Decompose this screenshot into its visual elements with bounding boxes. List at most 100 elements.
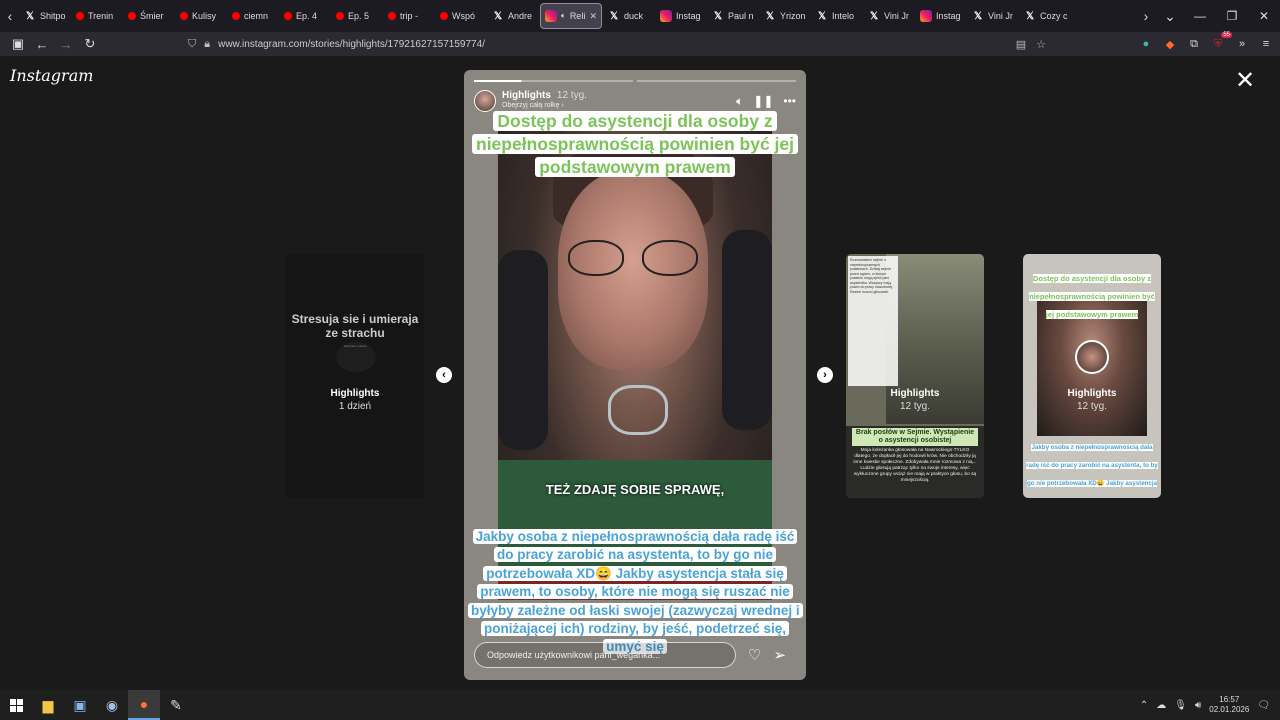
ublock-extension-icon[interactable]: ⛨ 55 <box>1210 32 1232 52</box>
fox-extension-icon[interactable]: ◆ <box>1162 36 1178 52</box>
network-icon[interactable]: ☁ <box>1156 700 1166 711</box>
tab-close-icon[interactable]: ✕ <box>589 11 597 22</box>
browser-tab[interactable]: Trenin <box>72 3 122 29</box>
instagram-logo[interactable]: Instagram <box>10 66 93 85</box>
browser-tab[interactable]: 𝕏duck <box>604 3 654 29</box>
tracking-shield-icon[interactable]: ⛉ <box>188 38 196 51</box>
paint-app-icon[interactable]: ✎ <box>160 690 192 720</box>
back-button[interactable]: ← <box>30 33 54 55</box>
browser-tab[interactable]: 𝕏 Cozy c <box>1020 3 1070 29</box>
x-icon: 𝕏 <box>973 10 983 22</box>
tab-label: Ep. 5 <box>348 11 370 21</box>
x-icon: 𝕏 <box>713 10 723 22</box>
story-progress-bar <box>474 80 796 82</box>
previous-story-preview[interactable]: Stresuja sie i umieraja ze strachu Jesli… <box>286 254 424 498</box>
pause-icon[interactable]: ❚❚ <box>753 94 773 109</box>
browser-tab[interactable]: 𝕏 Intelo <box>812 3 862 29</box>
x-icon: 𝕏 <box>765 10 775 22</box>
preview-title: Stresuja sie i umieraja ze strachu <box>291 312 419 340</box>
close-story-icon[interactable]: ✕ <box>1234 69 1256 93</box>
speaker-icon[interactable]: 🔊︎ <box>1195 700 1201 711</box>
firefox-icon[interactable]: ● <box>128 690 160 720</box>
microphone-icon[interactable]: 🎙︎ <box>1174 700 1187 711</box>
instagram-icon <box>920 10 932 22</box>
notifications-icon[interactable]: 🗨︎ <box>1257 700 1270 711</box>
story-card[interactable]: Highlights 12 tyg. Obejrzyj całą rolkę ›… <box>464 70 806 680</box>
vpn-extension-icon[interactable]: ● <box>1138 36 1154 52</box>
tab-label: Wspó <box>452 11 476 21</box>
send-icon[interactable]: ➢ <box>773 646 786 664</box>
video-subtitle: TEŻ ZDAJĘ SOBIE SPRAWĘ, <box>545 482 725 497</box>
forward-button[interactable]: → <box>54 33 78 55</box>
story-timestamp: 12 tyg. <box>556 90 587 101</box>
tab-label: Trenin <box>88 11 114 21</box>
x-icon: 𝕏 <box>609 10 619 22</box>
reader-view-icon[interactable]: ▤ <box>1016 38 1026 51</box>
sidebar-toggle-icon[interactable]: ▣ <box>6 33 30 55</box>
close-window-icon[interactable]: ✕ <box>1248 9 1280 23</box>
url-text[interactable]: www.instagram.com/stories/highlights/179… <box>218 39 485 50</box>
browser-tab[interactable]: Ep. 4 <box>280 3 330 29</box>
file-explorer-icon[interactable]: ▆ <box>32 690 64 720</box>
overflow-menu-icon[interactable]: » <box>1234 36 1250 52</box>
browser-tab[interactable]: 𝕏 Shitpo <box>20 3 70 29</box>
story-caption-bottom: Jakby osoba z niepełnosprawnością dała r… <box>468 528 803 657</box>
reload-button[interactable]: ↻ <box>78 33 102 55</box>
tab-audio-icon[interactable]: 🔈︎ <box>561 11 566 21</box>
tab-label: ciemn <box>244 11 269 21</box>
browser-tab[interactable]: trip - <box>384 3 434 29</box>
tab-scroll-right-icon[interactable]: › <box>1136 0 1156 32</box>
tab-list-dropdown-icon[interactable]: ⌄ <box>1156 0 1184 32</box>
browser-tab[interactable]: Instag <box>916 3 966 29</box>
browser-tab[interactable]: Kulisy <box>176 3 226 29</box>
avatar[interactable] <box>474 90 496 112</box>
tab-label: Vini Jr <box>988 11 1013 21</box>
previous-story-arrow-icon[interactable]: ‹ <box>436 367 452 383</box>
tab-label: Shitpo <box>40 11 66 21</box>
browser-tab[interactable]: ciemn <box>228 3 278 29</box>
more-options-icon[interactable]: ••• <box>783 94 796 109</box>
lock-icon[interactable]: 🔒︎ <box>204 38 210 51</box>
extension-badge: 55 <box>1221 32 1232 38</box>
browser-tab[interactable]: Ep. 5 <box>332 3 382 29</box>
tab-label: Paul n <box>728 11 754 21</box>
clock[interactable]: 16:57 02.01.2026 <box>1209 695 1249 715</box>
windows-taskbar: ▆ ▣ ◉ ● ✎ ⌃ ☁ 🎙︎ 🔊︎ 16:57 02.01.2026 🗨︎ <box>0 690 1280 720</box>
computer-app-icon[interactable]: ▣ <box>64 690 96 720</box>
clock-time: 16:57 <box>1219 695 1240 704</box>
next-story-arrow-icon[interactable]: › <box>817 367 833 383</box>
url-bar[interactable]: ⛉ 🔒︎ www.instagram.com/stories/highlight… <box>182 33 1052 55</box>
x-icon: 𝕏 <box>25 10 35 22</box>
next-next-story-preview[interactable]: Dostęp do asystencji dla osoby z niepełn… <box>1023 254 1161 498</box>
watch-full-reel-link[interactable]: Obejrzyj całą rolkę › <box>502 102 587 109</box>
browser-tab[interactable]: 𝕏 Vini Jr <box>864 3 914 29</box>
browser-tab[interactable]: 𝕏 Vini Jr <box>968 3 1018 29</box>
like-heart-icon[interactable]: ♡ <box>748 646 761 664</box>
browser-tab[interactable]: 🔈︎ Reli ✕ <box>540 3 602 29</box>
tab-scroll-left-icon[interactable]: ‹ <box>0 0 20 32</box>
extensions-puzzle-icon[interactable]: ⧉ <box>1186 36 1202 52</box>
browser-tab[interactable]: 𝕏 Paul n <box>708 3 758 29</box>
youtube-icon <box>76 12 84 20</box>
volume-icon[interactable]: 🔈︎ <box>736 94 743 109</box>
bookmark-star-icon[interactable]: ☆ <box>1036 38 1046 51</box>
restore-icon[interactable]: ❐ <box>1216 9 1248 23</box>
browser-tab[interactable]: Instag <box>656 3 706 29</box>
instagram-story-viewer: Instagram ✕ Stresuja sie i umieraja ze s… <box>0 56 1280 690</box>
browser-tab[interactable]: 𝕏 Andre <box>488 3 538 29</box>
tray-overflow-chevron-icon[interactable]: ⌃ <box>1140 700 1148 711</box>
browser-tab[interactable]: Śmier <box>124 3 174 29</box>
reply-input[interactable]: Odpowiedz użytkownikowi pani_weganka... <box>474 642 736 668</box>
hamburger-menu-icon[interactable]: ≡ <box>1258 36 1274 52</box>
story-author-name[interactable]: Highlights <box>502 90 551 101</box>
tab-label: Ep. 4 <box>296 11 318 21</box>
browser-tab[interactable]: Wspó <box>436 3 486 29</box>
browser-tab[interactable]: 𝕏 Yrizon <box>760 3 810 29</box>
minimize-icon[interactable]: — <box>1184 9 1216 23</box>
steam-icon[interactable]: ◉ <box>96 690 128 720</box>
tab-label: Andre <box>508 11 533 21</box>
next-story-preview[interactable]: Rozmawiałem sejmie o niepełnosprawnych p… <box>846 254 984 498</box>
windows-start-icon[interactable] <box>0 690 32 720</box>
preview-text-column: Rozmawiałem sejmie o niepełnosprawnych p… <box>848 256 898 386</box>
x-icon: 𝕏 <box>869 10 879 22</box>
